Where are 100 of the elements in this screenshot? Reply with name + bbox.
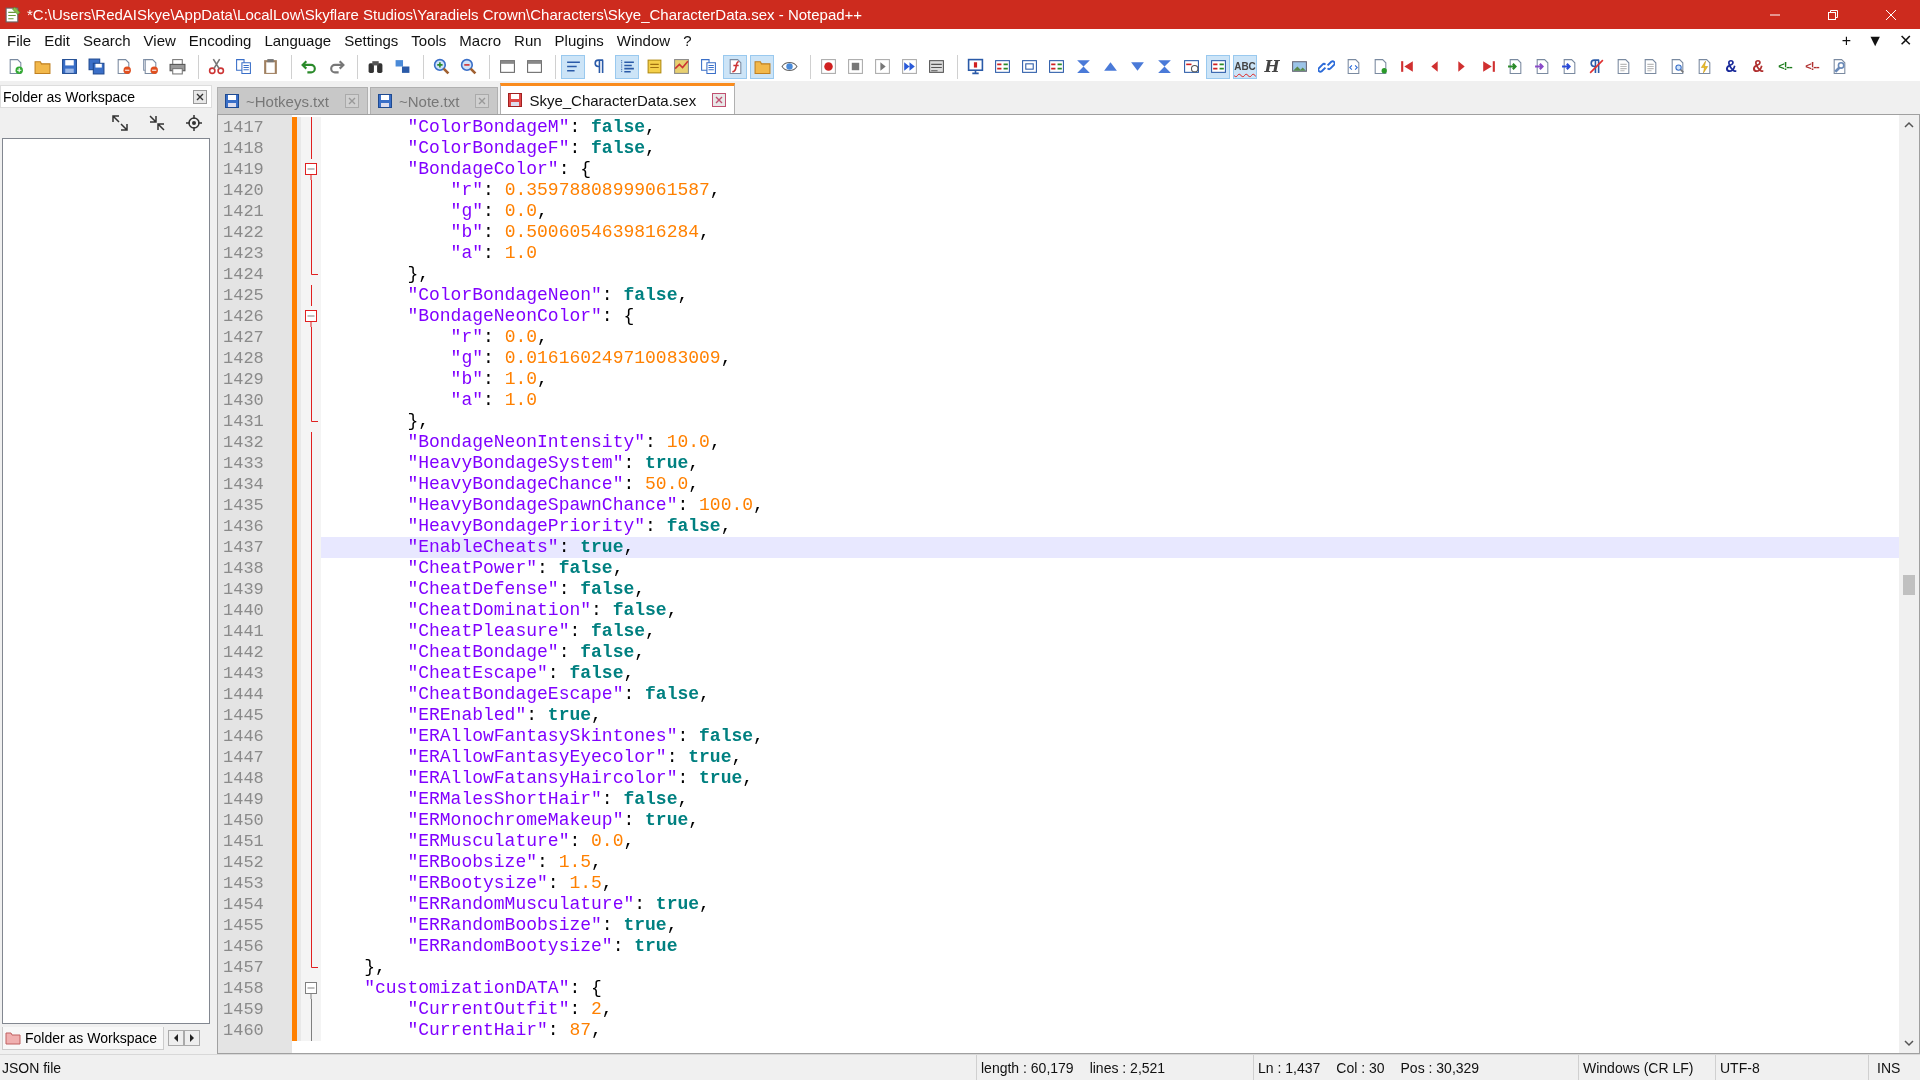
code-line: "CheatBondage": false, bbox=[406, 642, 647, 663]
bars-window-icon[interactable] bbox=[1206, 54, 1230, 79]
tab-label: ~Note.txt bbox=[398, 92, 460, 110]
code-line: "ColorBondageF": false, bbox=[406, 138, 657, 159]
panel-title: Folder as Workspace bbox=[3, 88, 135, 105]
code-line: "BondageNeonColor": { bbox=[406, 306, 636, 327]
code-line: }, bbox=[406, 411, 430, 432]
code-line: "b": 0.5006054639816284, bbox=[449, 222, 711, 243]
menu-item[interactable]: View bbox=[137, 32, 183, 49]
tab-bar-control[interactable]: + bbox=[1833, 31, 1860, 50]
tab-bar-control[interactable]: ✕ bbox=[1891, 31, 1920, 50]
vertical-scrollbar[interactable] bbox=[1899, 115, 1919, 1053]
code-line: "a": 1.0 bbox=[449, 243, 539, 264]
panel-tab-label: Folder as Workspace bbox=[25, 1029, 157, 1046]
collapse-toggle[interactable] bbox=[305, 163, 317, 180]
menu-item[interactable]: Edit bbox=[38, 32, 78, 49]
code-line: "r": 0.35978808999061587, bbox=[449, 180, 722, 201]
code-line: }, bbox=[363, 957, 387, 978]
menu-item[interactable]: Tools bbox=[405, 32, 454, 49]
line-ending: Windows (CR LF) bbox=[1583, 1059, 1694, 1076]
code-line: "g": 0.016160249710083009, bbox=[449, 348, 733, 369]
menu-item[interactable]: Run bbox=[508, 32, 549, 49]
scroll-left-icon[interactable] bbox=[168, 1030, 184, 1046]
tab-bar-control[interactable]: ▼ bbox=[1859, 31, 1891, 50]
code-line: "CurrentOutfit": 2, bbox=[406, 999, 614, 1020]
code-line: "ERBootysize": 1.5, bbox=[406, 873, 614, 894]
code-line: "BondageColor": { bbox=[406, 159, 593, 180]
crosshair-icon[interactable] bbox=[185, 114, 203, 132]
char-position: Pos : 30,329 bbox=[1400, 1059, 1480, 1076]
collapse-toggle[interactable] bbox=[305, 982, 317, 999]
code-line: "CheatBondageEscape": false, bbox=[406, 684, 711, 705]
code-line: }, bbox=[406, 264, 430, 285]
code-line: "CheatPleasure": false, bbox=[406, 621, 657, 642]
collapse-toggle[interactable] bbox=[305, 310, 317, 327]
code-line: "ERMonochromeMakeup": true, bbox=[406, 810, 701, 831]
code-line: "CurrentHair": 87, bbox=[406, 1020, 603, 1041]
code-line: "r": 0.0, bbox=[449, 327, 549, 348]
collapse-arrows-icon[interactable] bbox=[148, 114, 166, 132]
folder-icon bbox=[5, 1030, 21, 1045]
panel-tab[interactable]: Folder as Workspace bbox=[2, 1026, 164, 1050]
function-page-icon[interactable] bbox=[723, 54, 747, 79]
code-line: "a": 1.0 bbox=[449, 390, 539, 411]
menu-item[interactable]: Window bbox=[610, 32, 678, 49]
scroll-right-icon[interactable] bbox=[184, 1030, 200, 1046]
code-line: "CheatEscape": false, bbox=[406, 663, 636, 684]
close-icon[interactable] bbox=[193, 89, 207, 104]
insert-mode: INS bbox=[1877, 1059, 1901, 1076]
code-line: "HeavyBondageSpawnChance": 100.0, bbox=[406, 495, 765, 516]
expand-arrows-icon[interactable] bbox=[111, 114, 129, 132]
window-title: *C:\Users\RedAISkye\AppData\LocalLow\Skyflare Studios\Yaradiels Crown\Characters\Skye_CharacterData.sex - Notepad++ bbox=[27, 6, 863, 23]
code-line: "ERMusculature": 0.0, bbox=[406, 831, 636, 852]
code-line: "EREnabled": true, bbox=[406, 705, 603, 726]
ampersand-icon[interactable]: & bbox=[1719, 54, 1743, 79]
code-line: "CheatDomination": false, bbox=[406, 600, 679, 621]
code-line: "ERBoobsize": 1.5, bbox=[406, 852, 603, 873]
menu-item[interactable]: Search bbox=[77, 32, 138, 49]
file-type: JSON file bbox=[2, 1059, 62, 1076]
spell-check-icon[interactable]: ABC bbox=[1233, 54, 1257, 79]
code-line: "HeavyBondageChance": 50.0, bbox=[406, 474, 701, 495]
code-line: "HeavyBondageSystem": true, bbox=[406, 453, 701, 474]
code-line: "ERRandomMusculature": true, bbox=[406, 894, 711, 915]
line-position: Ln : 1,437 bbox=[1258, 1059, 1321, 1076]
code-line: "BondageNeonIntensity": 10.0, bbox=[406, 432, 722, 453]
menu-item[interactable]: Macro bbox=[453, 32, 509, 49]
lines-icon[interactable] bbox=[561, 54, 585, 79]
folder-icon[interactable] bbox=[750, 54, 774, 79]
code-line: "g": 0.0, bbox=[449, 201, 549, 222]
code-line: "ERRandomBoobsize": true, bbox=[406, 915, 679, 936]
code-line: "CheatPower": false, bbox=[406, 558, 625, 579]
indent-lines-icon[interactable] bbox=[615, 54, 639, 79]
code-line: "ERAllowFantasyEyecolor": true, bbox=[406, 747, 744, 768]
menu-item[interactable]: Settings bbox=[338, 32, 406, 49]
scrollbar-thumb[interactable] bbox=[1903, 575, 1915, 595]
ampersand-icon[interactable]: & bbox=[1746, 54, 1770, 79]
restore-icon[interactable] bbox=[1827, 8, 1839, 21]
encoding: UTF-8 bbox=[1720, 1059, 1760, 1076]
notepad-app-icon bbox=[4, 6, 21, 23]
code-line: "HeavyBondagePriority": false, bbox=[406, 516, 733, 537]
file-tab[interactable]: Skye_CharacterData.sex bbox=[500, 83, 736, 114]
code-line: "CheatDefense": false, bbox=[406, 579, 647, 600]
menu-item[interactable]: Encoding bbox=[182, 32, 259, 49]
code-line: "ColorBondageM": false, bbox=[406, 117, 657, 138]
code-line: "customizationDATA": { bbox=[363, 978, 603, 999]
length-count: length : 60,179 bbox=[981, 1059, 1074, 1076]
scroll-down-icon[interactable] bbox=[1903, 1037, 1915, 1049]
comment-tag-icon[interactable]: <!-- bbox=[1800, 54, 1824, 79]
menu-item[interactable]: ? bbox=[677, 32, 699, 49]
menu-item[interactable]: File bbox=[1, 32, 39, 49]
code-line: "ERAllowFantasySkintones": false, bbox=[406, 726, 765, 747]
code-line: "ERRandomBootysize": true bbox=[406, 936, 679, 957]
menu-item[interactable]: Plugins bbox=[548, 32, 611, 49]
menu-item[interactable]: Language bbox=[258, 32, 339, 49]
code-line: "ERAllowFatansyHaircolor": true, bbox=[406, 768, 755, 789]
comment-tag-icon[interactable]: <!-- bbox=[1773, 54, 1797, 79]
tab-label: Skye_CharacterData.sex bbox=[529, 91, 697, 109]
code-line: "b": 1.0, bbox=[449, 369, 549, 390]
heading-icon[interactable]: H bbox=[1260, 54, 1284, 79]
code-line: "ERMalesShortHair": false, bbox=[406, 789, 690, 810]
lines-count: lines : 2,521 bbox=[1089, 1059, 1166, 1076]
code-line: "ColorBondageNeon": false, bbox=[406, 285, 690, 306]
